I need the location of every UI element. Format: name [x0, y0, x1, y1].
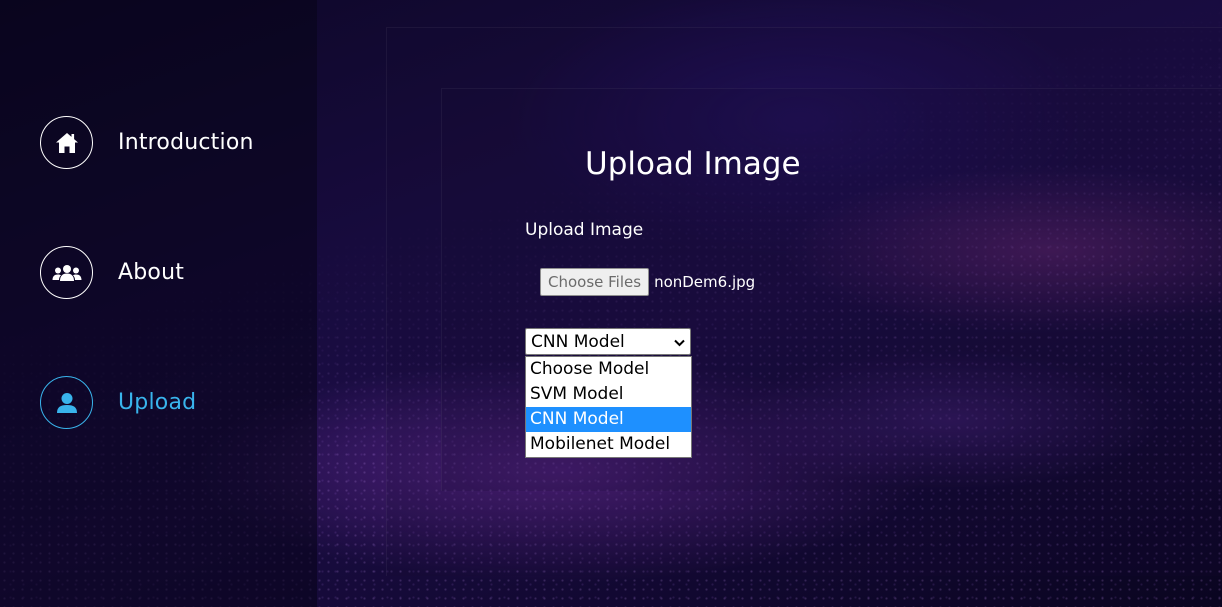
- chevron-down-icon: [674, 332, 685, 352]
- sidebar-item-label: Introduction: [118, 130, 254, 155]
- page-title: Upload Image: [585, 146, 801, 182]
- model-dropdown-list: Choose Model SVM Model CNN Model Mobilen…: [525, 356, 692, 458]
- file-input: Choose Files nonDem6.jpg: [540, 268, 755, 296]
- option-svm-model[interactable]: SVM Model: [526, 382, 691, 407]
- sidebar-item-about[interactable]: About: [40, 246, 184, 299]
- sidebar: Introduction About Upload: [0, 0, 317, 607]
- home-icon: [40, 116, 93, 169]
- selected-file-name: nonDem6.jpg: [654, 273, 756, 291]
- model-select-value: CNN Model: [531, 331, 625, 352]
- model-select[interactable]: CNN Model: [525, 328, 691, 355]
- sidebar-item-label: About: [118, 260, 185, 285]
- option-mobilenet-model[interactable]: Mobilenet Model: [526, 432, 691, 457]
- upload-field-label: Upload Image: [525, 220, 644, 240]
- sidebar-item-label: Upload: [118, 390, 197, 415]
- sidebar-item-introduction[interactable]: Introduction: [40, 116, 254, 169]
- option-cnn-model[interactable]: CNN Model: [526, 407, 691, 432]
- user-icon: [40, 376, 93, 429]
- choose-files-button[interactable]: Choose Files: [540, 268, 650, 296]
- sidebar-item-upload[interactable]: Upload: [40, 376, 196, 429]
- users-icon: [40, 246, 93, 299]
- option-choose-model[interactable]: Choose Model: [526, 357, 691, 382]
